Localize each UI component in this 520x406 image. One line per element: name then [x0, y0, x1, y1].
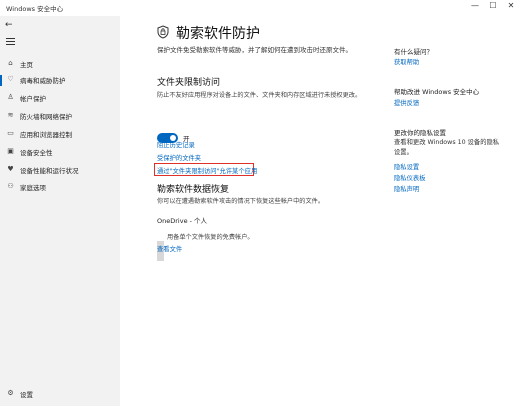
allow-app-link[interactable]: 通过"文件夹限制访问"允许某个应用 — [157, 166, 257, 175]
feedback-title: 帮助改进 Windows 安全中心 — [394, 88, 480, 96]
help-title: 有什么疑问？ — [394, 48, 433, 56]
sidebar-item-virus-protection[interactable]: ♡ 病毒和威胁防护 — [0, 73, 120, 88]
sidebar-item-label: 帐户保护 — [20, 95, 46, 103]
recovery-section-title: 勒索软件数据恢复 — [157, 185, 230, 195]
sidebar-item-label: 设置 — [20, 391, 33, 399]
app-window-icon: ▭ — [7, 129, 14, 137]
page-title: 勒索软件防护 — [176, 26, 260, 42]
sidebar: ← ⌂ 主页 ♡ 病毒和威胁防护 ♙ 帐户保护 ≋ 防火墙和网络保护 ▭ 应用和… — [0, 16, 120, 406]
maximize-button[interactable]: ☐ — [484, 0, 502, 14]
sidebar-item-account-protection[interactable]: ♙ 帐户保护 — [0, 91, 120, 106]
family-icon: ⚇ — [7, 182, 14, 190]
shield-heart-icon: ♡ — [7, 75, 14, 83]
window-title: Windows 安全中心 — [6, 5, 64, 13]
cfa-section-title: 文件夹限制访问 — [157, 78, 221, 88]
close-button[interactable]: ✕ — [502, 0, 520, 14]
sidebar-item-settings[interactable]: ⚙ 设置 — [0, 387, 120, 402]
sidebar-item-device-performance[interactable]: ♥ 设备性能和运行状况 — [0, 163, 120, 178]
recovery-description: 你可以在遭遇勒索软件攻击的情况下恢复这些帐户中的文件。 — [157, 198, 325, 205]
back-arrow-icon[interactable]: ← — [5, 20, 13, 30]
sidebar-item-label: 设备性能和运行状况 — [20, 167, 79, 175]
hamburger-menu-icon[interactable] — [6, 38, 15, 46]
privacy-settings-link[interactable]: 隐私设置 — [394, 162, 419, 171]
privacy-description: 查看和更改 Windows 10 设备的隐私设置。 — [394, 139, 500, 156]
sidebar-item-device-security[interactable]: ▣ 设备安全性 — [0, 145, 120, 160]
sidebar-item-label: 防火墙和网络保护 — [20, 113, 72, 121]
home-icon: ⌂ — [8, 59, 13, 67]
view-files-link[interactable]: 查看文件 — [157, 244, 182, 253]
wifi-icon: ≋ — [7, 111, 14, 119]
onedrive-account-label: OneDrive - 个人 — [157, 217, 208, 225]
sidebar-item-family-options[interactable]: ⚇ 家庭选项 — [0, 180, 120, 195]
page-description: 保护文件免受勒索软件等威胁，并了解如何在遭到攻击时还原文件。 — [157, 46, 352, 54]
sidebar-item-label: 主页 — [20, 61, 33, 69]
title-bar: Windows 安全中心 — ☐ ✕ — [0, 0, 520, 16]
sidebar-item-label: 设备安全性 — [20, 149, 53, 157]
protected-folders-link[interactable]: 受保护的文件夹 — [157, 153, 201, 162]
sidebar-item-firewall[interactable]: ≋ 防火墙和网络保护 — [0, 109, 120, 124]
sidebar-item-app-browser-control[interactable]: ▭ 应用和浏览器控制 — [0, 127, 120, 142]
gear-icon: ⚙ — [7, 389, 14, 397]
sidebar-item-label: 家庭选项 — [20, 184, 46, 192]
privacy-title: 更改你的隐私设置 — [394, 129, 446, 137]
sidebar-item-label: 病毒和威胁防护 — [20, 77, 66, 85]
onedrive-description: 用备单个文件恢复的免费帐户。 — [167, 234, 254, 241]
person-icon: ♙ — [7, 93, 14, 101]
main-content: 勒索软件防护 保护文件免受勒索软件等威胁，并了解如何在遭到攻击时还原文件。 文件… — [120, 16, 520, 406]
cfa-description: 防止不友好应用程序对设备上的文件、文件夹和内存区域进行未授权更改。 — [157, 92, 362, 99]
minimize-button[interactable]: — — [466, 0, 484, 14]
laptop-icon: ▣ — [7, 147, 14, 155]
privacy-statement-link[interactable]: 隐私声明 — [394, 184, 419, 193]
get-help-link[interactable]: 获取帮助 — [394, 57, 419, 66]
sidebar-item-label: 应用和浏览器控制 — [20, 131, 72, 139]
heart-pulse-icon: ♥ — [7, 165, 14, 173]
privacy-dashboard-link[interactable]: 隐私仪表板 — [394, 173, 425, 182]
block-history-link[interactable]: 阻止历史记录 — [157, 140, 195, 149]
give-feedback-link[interactable]: 提供反馈 — [394, 98, 419, 107]
ransomware-shield-icon — [157, 25, 169, 39]
sidebar-item-home[interactable]: ⌂ 主页 — [0, 57, 120, 72]
